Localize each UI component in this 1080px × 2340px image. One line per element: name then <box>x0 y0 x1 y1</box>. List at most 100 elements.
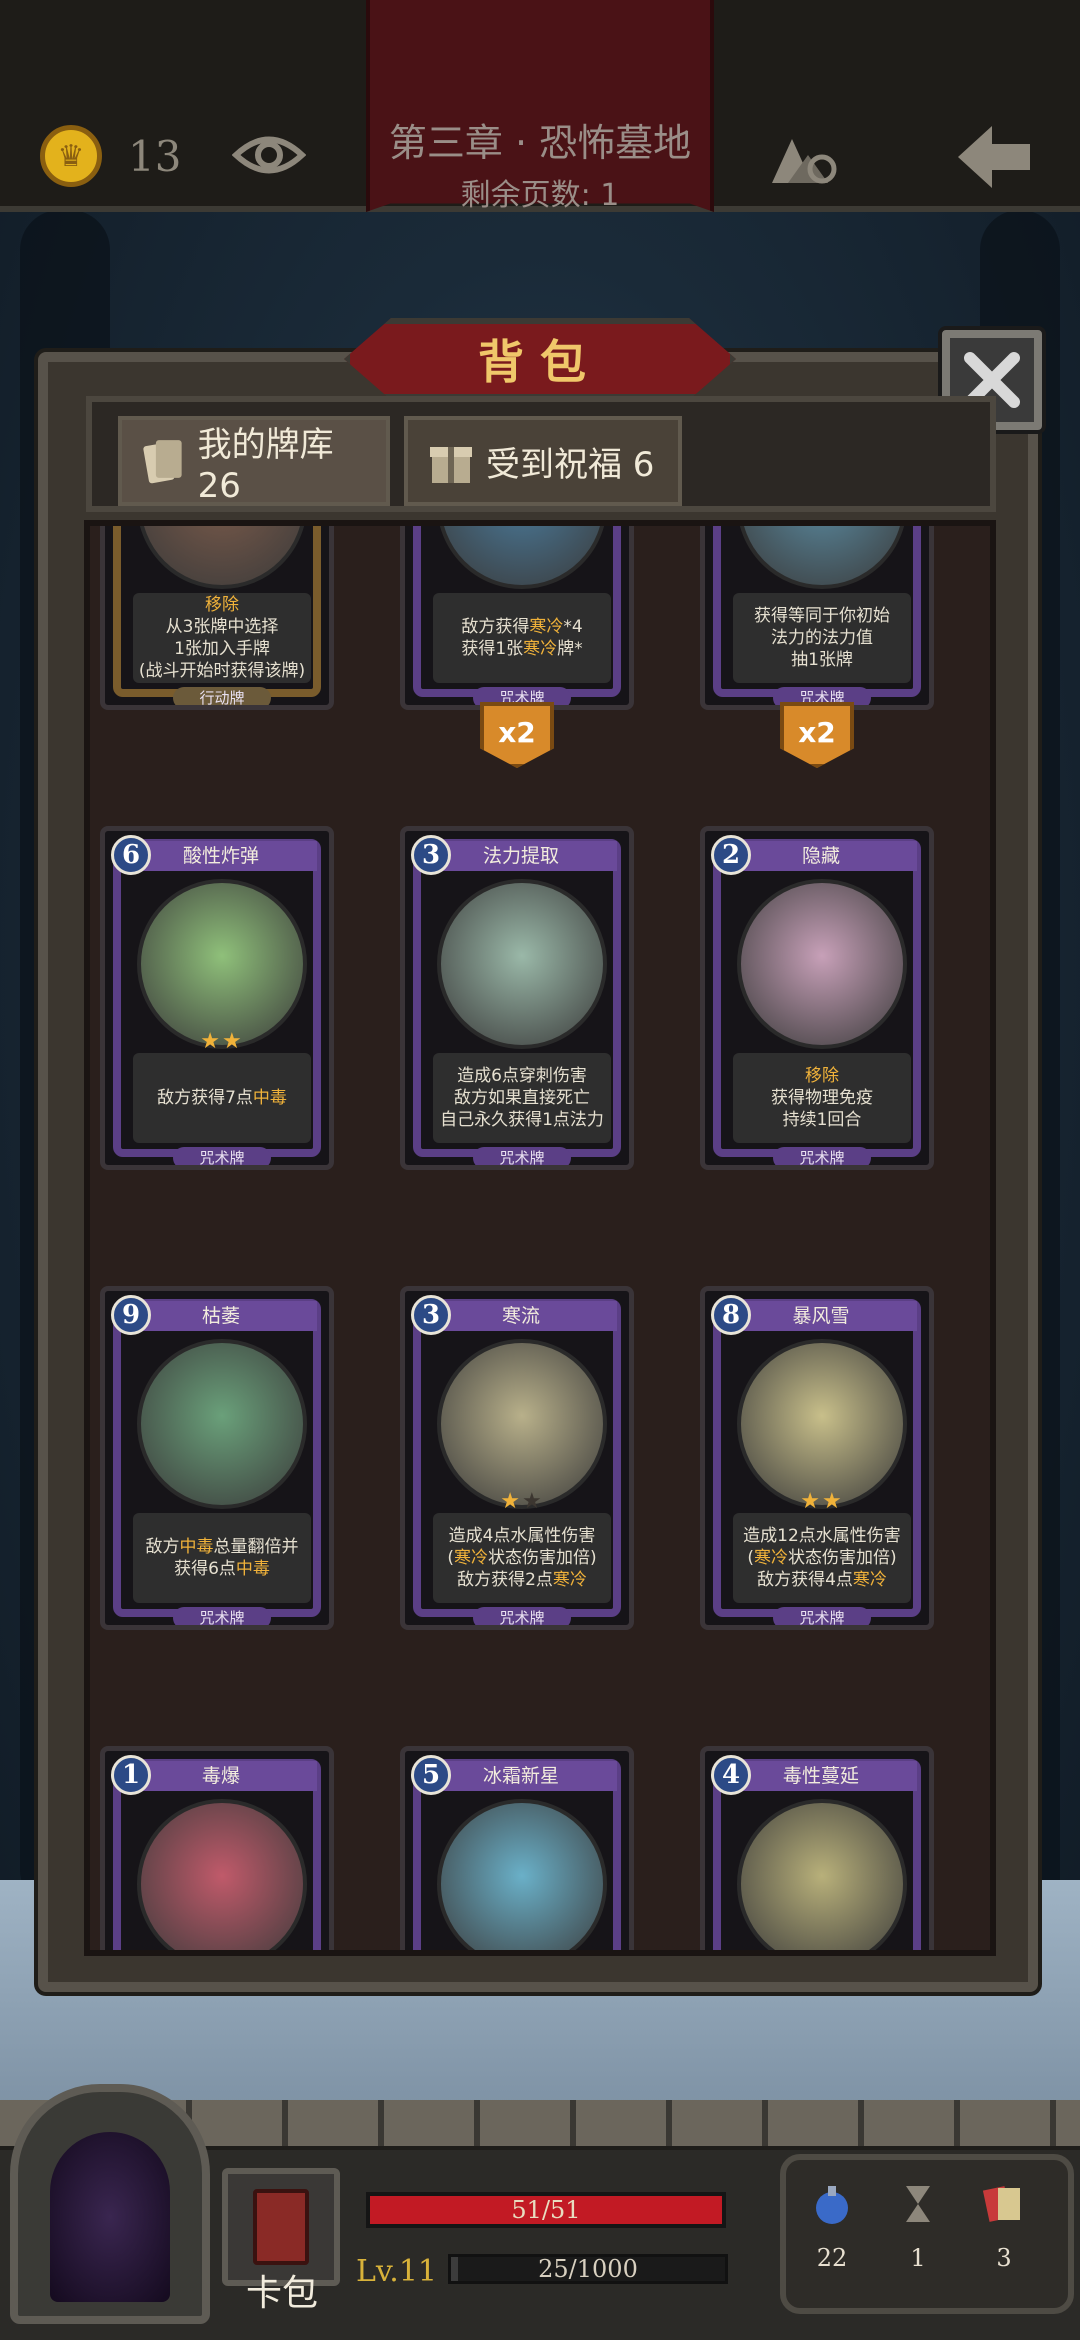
card-art <box>737 1799 907 1950</box>
card-item[interactable]: 毒性蔓延 4 <box>700 1746 934 1950</box>
potion-icon <box>816 2186 848 2224</box>
card-cost: 6 <box>111 835 151 875</box>
card-description-line: 敌方获得寒冷*4 <box>461 617 583 637</box>
card-name: 酸性炸弹 <box>125 841 317 871</box>
card-item[interactable]: 冰霜新星 5 <box>400 1746 634 1950</box>
card-cost: 3 <box>411 1295 451 1335</box>
card-name: 法力提取 <box>425 841 617 871</box>
card-stars: ★★ <box>500 1489 544 1514</box>
card-item[interactable]: 暴风雪 8 ★★ 造成12点水属性伤害 (寒冷状态伤害加倍) 敌方获得4点寒冷 咒术牌 <box>700 1286 934 1630</box>
card-item[interactable]: 移除 从3张牌中选择 1张加入手牌 (战斗开始时获得该牌) 行动牌 <box>100 526 334 710</box>
card-description: 造成12点水属性伤害 (寒冷状态伤害加倍) 敌方获得4点寒冷 <box>733 1513 911 1603</box>
card-type: 咒术牌 <box>773 1147 871 1165</box>
coin-count: 13 <box>128 132 182 181</box>
card-description-line: 抽1张牌 <box>791 650 853 670</box>
tab-blessings[interactable]: 受到祝福 6 <box>404 416 682 506</box>
card-description-line: 造成12点水属性伤害 <box>743 1526 901 1546</box>
map-icon[interactable] <box>766 125 840 189</box>
card-name: 暴风雪 <box>725 1301 917 1331</box>
card-item[interactable]: 法力提取 3 造成6点穿刺伤害 敌方如果直接死亡 自己永久获得1点法力 咒术牌 <box>400 826 634 1170</box>
card-description: 敌方获得寒冷*4 获得1张寒冷牌* <box>433 593 611 683</box>
card-description-line: 获得1张寒冷牌* <box>461 639 583 659</box>
card-item[interactable]: 寒流 3 ★★ 造成4点水属性伤害 (寒冷状态伤害加倍) 敌方获得2点寒冷 咒术牌 <box>400 1286 634 1630</box>
card-pack-icon <box>982 2186 1020 2222</box>
card-type: 咒术牌 <box>773 1607 871 1625</box>
coin-icon: ♛ <box>40 125 102 187</box>
card-description-line: 造成4点水属性伤害 <box>448 1526 596 1546</box>
potion-count: 22 <box>816 2244 848 2272</box>
card-cost: 4 <box>711 1755 751 1795</box>
hp-text: 51/51 <box>511 2196 581 2224</box>
card-multiplier-badge: x2 <box>780 702 854 768</box>
card-description-line: 移除 <box>205 595 239 615</box>
card-art <box>437 1799 607 1950</box>
card-description-line: 持续1回合 <box>782 1110 862 1130</box>
bag-title-banner: 背包 <box>344 318 736 400</box>
card-description-line: 从3张牌中选择 <box>165 617 279 637</box>
card-item[interactable]: 毒爆 1 <box>100 1746 334 1950</box>
eye-icon[interactable] <box>232 128 306 182</box>
portal-icon <box>50 2132 170 2302</box>
card-name: 隐藏 <box>725 841 917 871</box>
card-name: 枯萎 <box>125 1301 317 1331</box>
hourglass-stat[interactable]: 1 <box>878 2182 958 2272</box>
card-description-line: (寒冷状态伤害加倍) <box>747 1548 897 1568</box>
tab-my-deck-label: 我的牌库 26 <box>197 424 334 506</box>
tab-my-deck[interactable]: 我的牌库 26 <box>118 416 390 506</box>
bag-title: 背包 <box>478 335 602 389</box>
card-description-line: 1张加入手牌 <box>174 639 270 659</box>
hourglass-icon <box>906 2186 930 2222</box>
card-cost: 8 <box>711 1295 751 1335</box>
card-item[interactable]: 获得等同于你初始 法力的法力值 抽1张牌 咒术牌 <box>700 526 934 710</box>
card-description-line: 敌方获得2点寒冷 <box>457 1570 587 1590</box>
card-description-line: (战斗开始时获得该牌) <box>138 661 306 681</box>
potion-stat[interactable]: 22 <box>792 2182 872 2272</box>
card-description-line: 获得6点中毒 <box>174 1559 270 1579</box>
card-stars: ★★ <box>800 1489 844 1514</box>
card-name: 毒性蔓延 <box>725 1761 917 1791</box>
hourglass-count: 1 <box>910 2244 926 2272</box>
card-item[interactable]: 枯萎 9 敌方中毒总量翻倍并 获得6点中毒 咒术牌 <box>100 1286 334 1630</box>
card-art <box>737 879 907 1049</box>
card-stars: ★★ <box>200 1029 244 1054</box>
card-item[interactable]: 隐藏 2 移除 获得物理免疫 持续1回合 咒术牌 <box>700 826 934 1170</box>
card-cost: 9 <box>111 1295 151 1335</box>
card-description: 造成4点水属性伤害 (寒冷状态伤害加倍) 敌方获得2点寒冷 <box>433 1513 611 1603</box>
card-description-line: 敌方获得4点寒冷 <box>757 1570 887 1590</box>
portal-frame[interactable] <box>10 2084 210 2324</box>
book-icon <box>253 2189 309 2265</box>
card-multiplier-badge: x2 <box>480 702 554 768</box>
card-art <box>737 1339 907 1509</box>
card-description-line: 移除 <box>805 1066 839 1086</box>
card-type: 咒术牌 <box>473 1147 571 1165</box>
cards-stat[interactable]: 3 <box>964 2182 1044 2272</box>
gift-icon <box>430 447 472 483</box>
card-description: 移除 从3张牌中选择 1张加入手牌 (战斗开始时获得该牌) <box>133 593 311 683</box>
card-name: 寒流 <box>425 1301 617 1331</box>
card-item[interactable]: 酸性炸弹 6 ★★ 敌方获得7点中毒咒术牌 <box>100 826 334 1170</box>
card-name: 冰霜新星 <box>425 1761 617 1791</box>
deck-label: 卡包 <box>245 2273 318 2314</box>
card-description-line: 自己永久获得1点法力 <box>440 1110 604 1130</box>
card-description-line: 法力的法力值 <box>771 628 873 648</box>
card-art <box>137 1799 307 1950</box>
back-arrow-icon[interactable] <box>952 120 1036 194</box>
card-art <box>137 879 307 1049</box>
card-art <box>437 1339 607 1509</box>
card-type: 咒术牌 <box>173 1147 271 1165</box>
card-description-line: 获得等同于你初始 <box>754 606 890 626</box>
card-description: 造成6点穿刺伤害 敌方如果直接死亡 自己永久获得1点法力 <box>433 1053 611 1143</box>
cards-icon <box>143 440 182 484</box>
card-type: 咒术牌 <box>173 1607 271 1625</box>
card-art <box>437 879 607 1049</box>
card-description-line: 造成6点穿刺伤害 <box>457 1066 587 1086</box>
card-cost: 1 <box>111 1755 151 1795</box>
card-description: 敌方获得7点中毒 <box>133 1053 311 1143</box>
cards-count: 3 <box>996 2244 1012 2272</box>
xp-text: 25/1000 <box>538 2255 638 2283</box>
card-description: 移除 获得物理免疫 持续1回合 <box>733 1053 911 1143</box>
pages-left: 剩余页数: 1 <box>460 178 620 213</box>
card-description: 获得等同于你初始 法力的法力值 抽1张牌 <box>733 593 911 683</box>
tab-blessings-label: 受到祝福 6 <box>486 444 655 485</box>
card-item[interactable]: 敌方获得寒冷*4 获得1张寒冷牌* 咒术牌 <box>400 526 634 710</box>
